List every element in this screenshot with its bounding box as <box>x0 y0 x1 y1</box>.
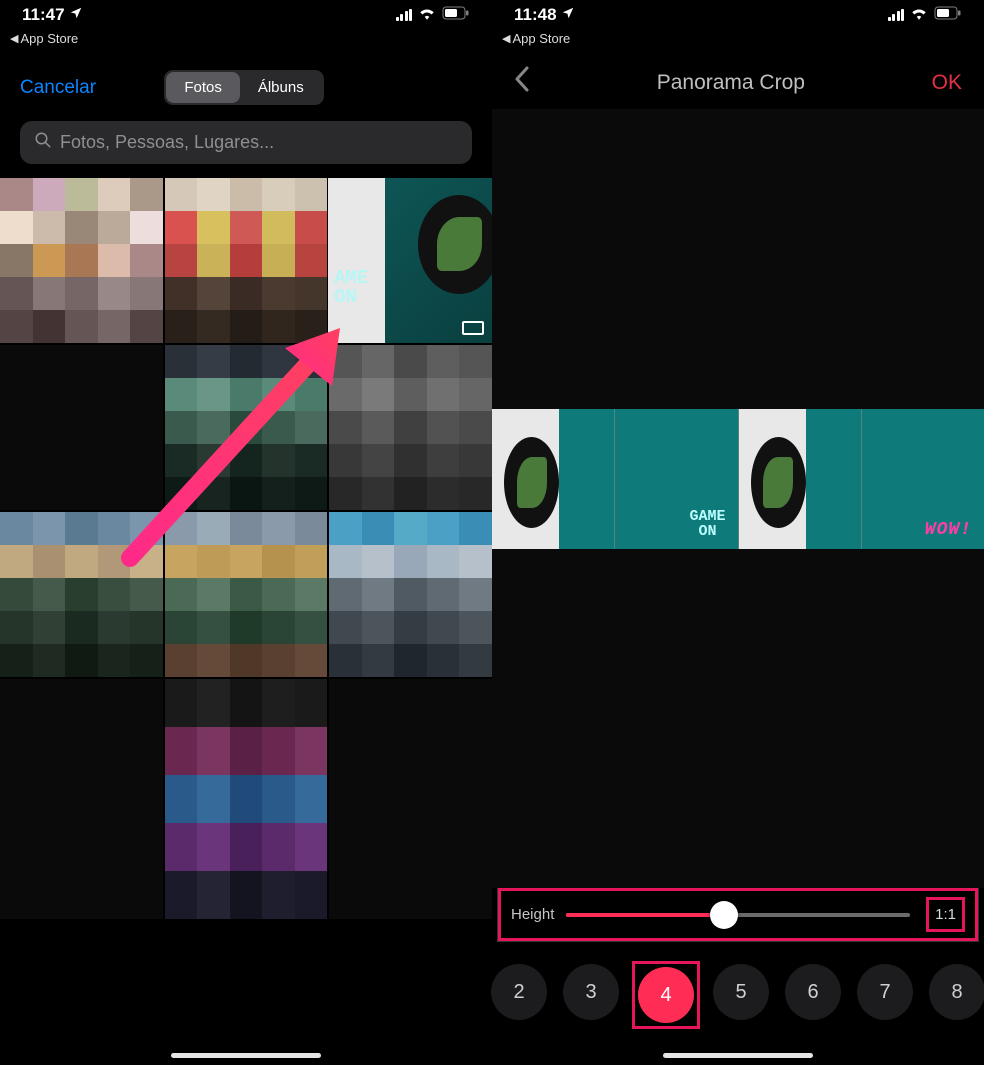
ok-button[interactable]: OK <box>932 71 962 95</box>
panorama-badge-icon <box>462 321 484 335</box>
status-bar: 11:48 <box>492 0 984 30</box>
tile-text: GAME ON <box>689 509 725 539</box>
height-label: Height <box>511 906 554 923</box>
photo-thumb[interactable] <box>329 679 492 919</box>
search-field[interactable] <box>20 121 472 164</box>
breadcrumb-label: App Store <box>512 31 570 46</box>
phone-right-panorama-crop: 11:48 ◀ App Store Panorama Crop OK <box>492 0 984 1065</box>
tile-count-row: 2 3 4 5 6 7 8 <box>492 941 984 1065</box>
count-option-5[interactable]: 5 <box>713 964 769 1020</box>
photo-thumb-panorama[interactable]: AMEON <box>329 178 492 343</box>
photo-thumb[interactable] <box>0 345 163 510</box>
count-option-2[interactable]: 2 <box>491 964 547 1020</box>
picker-header: Cancelar Fotos Álbuns <box>0 52 492 121</box>
tab-photos[interactable]: Fotos <box>166 72 240 103</box>
breadcrumb-label: App Store <box>20 31 78 46</box>
battery-icon <box>934 5 962 25</box>
location-icon <box>561 5 575 25</box>
photo-thumb[interactable] <box>165 178 328 343</box>
count-option-6[interactable]: 6 <box>785 964 841 1020</box>
photo-thumb[interactable] <box>329 345 492 510</box>
status-time: 11:48 <box>514 5 557 25</box>
chevron-left-icon: ◀ <box>10 32 18 45</box>
photo-thumb[interactable] <box>165 512 328 677</box>
count-option-7[interactable]: 7 <box>857 964 913 1020</box>
home-indicator[interactable] <box>663 1053 813 1058</box>
wifi-icon <box>418 5 436 25</box>
count-option-3[interactable]: 3 <box>563 964 619 1020</box>
status-time: 11:47 <box>22 5 65 25</box>
photo-thumb[interactable] <box>0 679 163 919</box>
search-input[interactable] <box>60 132 458 153</box>
back-button[interactable] <box>514 66 530 99</box>
chevron-left-icon <box>514 66 530 92</box>
search-icon <box>34 131 52 154</box>
count-option-8[interactable]: 8 <box>929 964 984 1020</box>
chevron-left-icon: ◀ <box>502 32 510 45</box>
tile-text: WOW! <box>925 521 972 539</box>
battery-icon <box>442 5 470 25</box>
photo-thumb[interactable] <box>329 512 492 677</box>
photo-thumb[interactable] <box>0 178 163 343</box>
crop-tile <box>739 409 862 549</box>
crop-tile: GAME ON <box>615 409 738 549</box>
wifi-icon <box>910 5 928 25</box>
tab-albums[interactable]: Álbuns <box>240 72 322 103</box>
screen-title: Panorama Crop <box>657 71 805 95</box>
cellular-signal-icon <box>888 9 905 21</box>
home-indicator[interactable] <box>171 1053 321 1058</box>
cancel-button[interactable]: Cancelar <box>20 77 96 99</box>
status-bar: 11:47 <box>0 0 492 30</box>
aspect-ratio-button[interactable]: 1:1 <box>926 897 965 932</box>
cellular-signal-icon <box>396 9 413 21</box>
photo-thumb[interactable] <box>165 679 328 919</box>
back-to-app-store[interactable]: ◀ App Store <box>0 30 492 52</box>
photo-thumb[interactable] <box>0 512 163 677</box>
location-icon <box>69 5 83 25</box>
thumb-text: ON <box>334 286 357 308</box>
count-option-4[interactable]: 4 <box>638 967 694 1023</box>
crop-header: Panorama Crop OK <box>492 52 984 109</box>
phone-left-photo-picker: 11:47 ◀ App Store Cancelar Fotos Álbuns <box>0 0 492 1065</box>
crop-canvas[interactable]: GAME ON WOW! <box>492 109 984 888</box>
slider-thumb[interactable] <box>710 901 738 929</box>
height-slider[interactable] <box>566 904 910 926</box>
crop-tile: WOW! <box>862 409 984 549</box>
crop-tile <box>492 409 615 549</box>
photo-grid[interactable]: AMEON <box>0 178 492 1065</box>
back-to-app-store[interactable]: ◀ App Store <box>492 30 984 52</box>
height-control-row: Height 1:1 <box>498 888 978 941</box>
panorama-preview[interactable]: GAME ON WOW! <box>492 409 984 549</box>
segmented-control: Fotos Álbuns <box>164 70 323 105</box>
photo-thumb[interactable] <box>165 345 328 510</box>
